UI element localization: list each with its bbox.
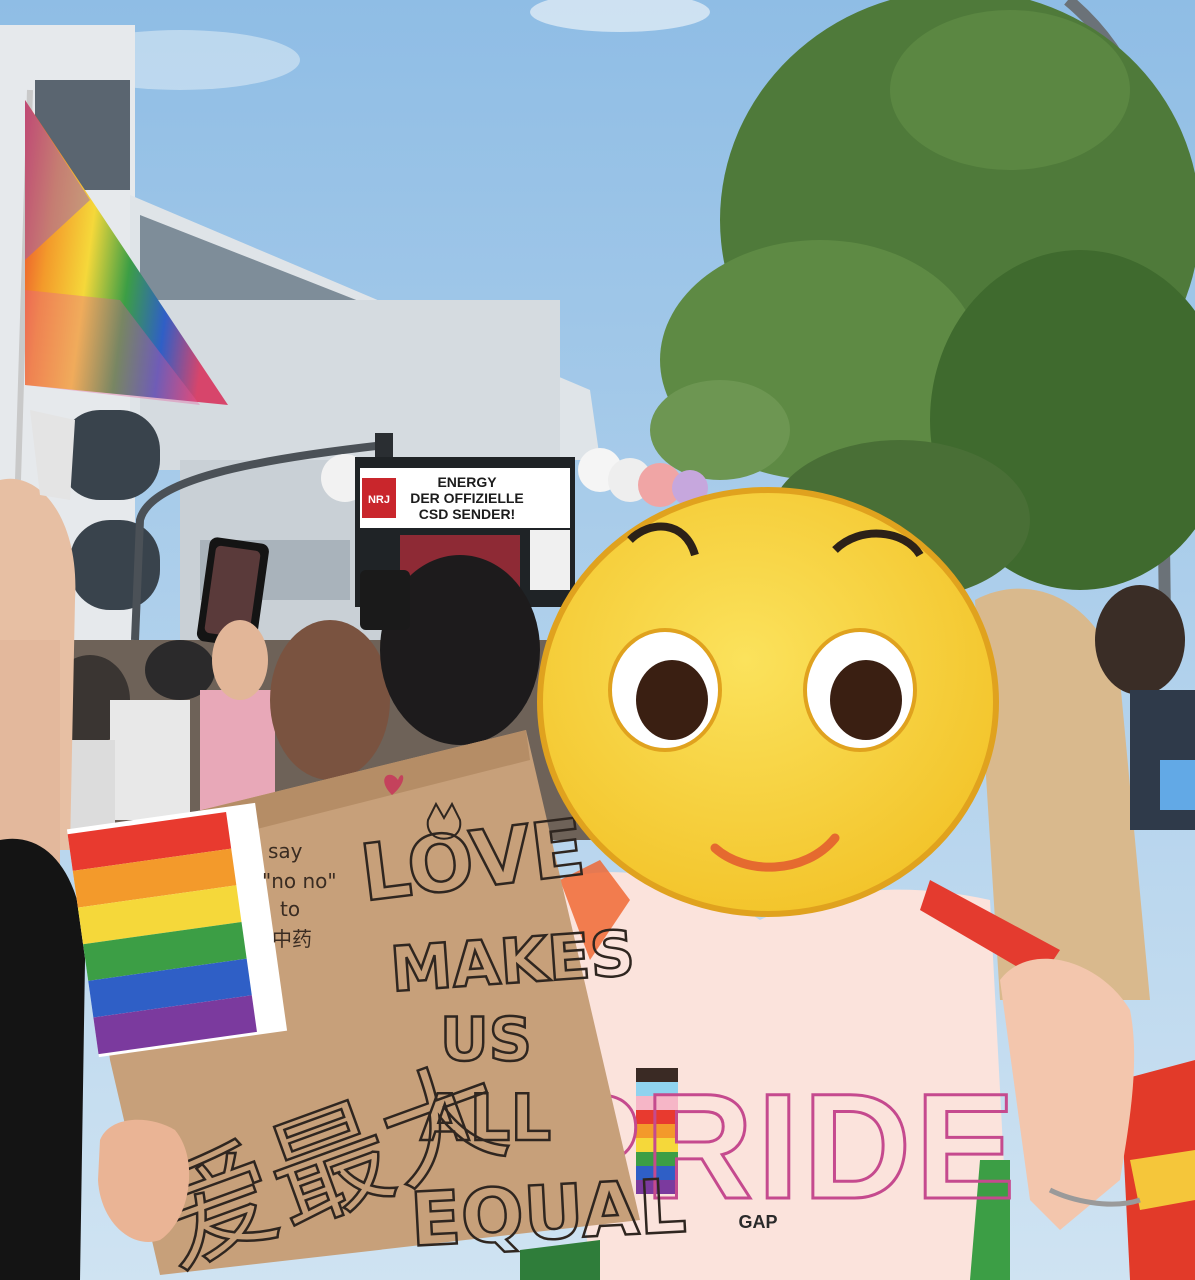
photo-scene: NRJ ENERGY DER OFFIZIELLE CSD SENDER! PR… <box>0 0 1195 1280</box>
banner-line-1: ENERGY <box>437 474 497 490</box>
side-note-4: 中药 <box>272 927 312 951</box>
nrj-logo-text: NRJ <box>368 494 390 506</box>
emoji-face-cover <box>537 487 999 917</box>
side-note-1: say <box>268 839 303 863</box>
emoji-right-pupil <box>830 660 902 740</box>
traffic-light <box>375 433 393 461</box>
banner-line-2: DER OFFIZIELLE <box>410 490 524 506</box>
sign-rainbow-flag <box>66 802 288 1058</box>
side-note-3: to <box>280 897 300 921</box>
shirt-brand: GAP <box>738 1212 777 1232</box>
emoji-left-pupil <box>636 660 708 740</box>
side-note-2: "no no" <box>262 869 337 893</box>
banner-line-3: CSD SENDER! <box>419 506 515 522</box>
photo-illustration: NRJ ENERGY DER OFFIZIELLE CSD SENDER! PR… <box>0 0 1195 1280</box>
